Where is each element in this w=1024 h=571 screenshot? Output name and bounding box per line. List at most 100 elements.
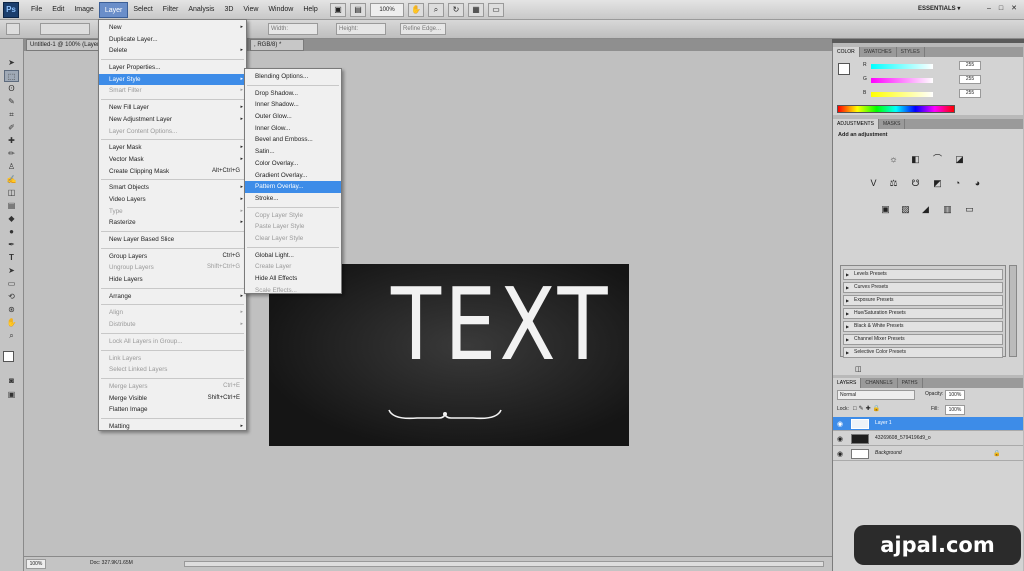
blend-mode-select[interactable]: Normal [837, 390, 915, 400]
layer-menu-item-arrange[interactable]: Arrange ▸ [99, 291, 246, 303]
eyedropper-tool-icon[interactable]: ✐ [4, 122, 19, 134]
lock-icons[interactable]: □✎✚🔒 [853, 405, 882, 412]
quick-mask-icon[interactable]: ◙ [4, 375, 19, 387]
layer-menu-item-delete[interactable]: Delete ▸ [99, 45, 246, 57]
layer-menu-item-layer-mask[interactable]: Layer Mask ▸ [99, 142, 246, 154]
width-field[interactable]: Width: [268, 23, 318, 35]
tab-layers[interactable]: LAYERS [833, 378, 862, 388]
preset-levels[interactable]: Levels Presets [843, 269, 1003, 280]
preset-selective-color[interactable]: Selective Color Presets [843, 347, 1003, 358]
brush-tool-icon[interactable]: ✏ [4, 148, 19, 160]
pen-tool-icon[interactable]: ✒ [4, 239, 19, 251]
g-slider[interactable] [871, 78, 933, 83]
levels-icon[interactable]: ◧ [909, 153, 922, 165]
blur-tool-icon[interactable]: ◆ [4, 213, 19, 225]
tab-masks[interactable]: MASKS [879, 119, 906, 129]
b-slider[interactable] [871, 92, 933, 97]
curves-icon[interactable]: ⌒ [931, 153, 944, 165]
layer-name[interactable]: 43269608_5794196d9_o [875, 435, 931, 441]
posterize-icon[interactable]: ▨ [899, 203, 912, 215]
lasso-tool-icon[interactable]: ʘ [4, 83, 19, 95]
preset-black-white[interactable]: Black & White Presets [843, 321, 1003, 332]
visibility-eye-icon[interactable]: ◉ [837, 435, 843, 443]
menu-layer[interactable]: Layer [98, 2, 129, 18]
layer-style-item-outer-glow[interactable]: Outer Glow... [245, 111, 341, 123]
layer-menu-item-new-fill-layer[interactable]: New Fill Layer ▸ [99, 102, 246, 114]
preset-curves[interactable]: Curves Presets [843, 282, 1003, 293]
3d-rotate-tool-icon[interactable]: ⟲ [4, 291, 19, 303]
tab-channels[interactable]: CHANNELS [861, 378, 898, 388]
menu-select[interactable]: Select [128, 2, 157, 18]
tab-paths[interactable]: PATHS [898, 378, 923, 388]
menu-window[interactable]: Window [263, 2, 298, 18]
layer-menu-item-duplicate-layer[interactable]: Duplicate Layer... [99, 34, 246, 46]
menu-analysis[interactable]: Analysis [183, 2, 219, 18]
rotate-view-icon[interactable]: ↻ [448, 3, 464, 17]
workspace-switcher[interactable]: ESSENTIALS ▾ [918, 5, 960, 12]
extras-icon[interactable]: ▤ [350, 3, 366, 17]
visibility-eye-icon[interactable]: ◉ [837, 420, 843, 428]
g-value[interactable]: 255 [959, 75, 981, 84]
layer-menu-item-merge-visible[interactable]: Merge Visible Shift+Ctrl+E [99, 393, 246, 405]
layer-menu-item-layer-properties[interactable]: Layer Properties... [99, 62, 246, 74]
black-white-icon[interactable]: ◩ [931, 177, 944, 189]
menu-help[interactable]: Help [298, 2, 322, 18]
hand-tool-icon[interactable]: ✋ [408, 3, 424, 17]
layer-style-item-bevel-and-emboss[interactable]: Bevel and Emboss... [245, 134, 341, 146]
history-brush-tool-icon[interactable]: ✍ [4, 174, 19, 186]
vibrance-icon[interactable]: V [867, 177, 880, 189]
preset-hue-saturation[interactable]: Hue/Saturation Presets [843, 308, 1003, 319]
tab-adjustments[interactable]: ADJUSTMENTS [833, 119, 879, 129]
layer-style-item-hide-all-effects[interactable]: Hide All Effects [245, 273, 341, 285]
height-field[interactable]: Height: [336, 23, 386, 35]
layer-menu-item-video-layers[interactable]: Video Layers ▸ [99, 194, 246, 206]
horizontal-scrollbar[interactable] [184, 561, 824, 567]
dodge-tool-icon[interactable]: ● [4, 226, 19, 238]
layer-style-item-global-light[interactable]: Global Light... [245, 250, 341, 262]
layer-menu-item-flatten-image[interactable]: Flatten Image [99, 404, 246, 416]
healing-tool-icon[interactable]: ✚ [4, 135, 19, 147]
preset-channel-mixer[interactable]: Channel Mixer Presets [843, 334, 1003, 345]
layer-menu-item-hide-layers[interactable]: Hide Layers [99, 274, 246, 286]
preset-exposure[interactable]: Exposure Presets [843, 295, 1003, 306]
layer-menu-item-vector-mask[interactable]: Vector Mask ▸ [99, 154, 246, 166]
shape-tool-icon[interactable]: ▭ [4, 278, 19, 290]
layer-menu-item-group-layers[interactable]: Group Layers Ctrl+G [99, 251, 246, 263]
layer-menu-item-new-layer-based-slice[interactable]: New Layer Based Slice [99, 234, 246, 246]
marquee-preset-icon[interactable] [6, 23, 20, 35]
eraser-tool-icon[interactable]: ◫ [4, 187, 19, 199]
menu-edit[interactable]: Edit [47, 2, 69, 18]
zoom-tool-icon[interactable]: ⌕ [4, 330, 19, 342]
layer-style-item-pattern-overlay[interactable]: Pattern Overlay... [245, 181, 341, 193]
layer-name[interactable]: Layer 1 [875, 420, 892, 426]
document-tab-active[interactable]: Untitled-1 @ 100% (Layer [26, 39, 102, 51]
tab-swatches[interactable]: SWATCHES [860, 47, 897, 57]
document-tab-second[interactable]: , RGB/8) * [250, 39, 304, 51]
refine-edge-button[interactable]: Refine Edge... [400, 23, 446, 35]
hand-tool-icon[interactable]: ✋ [4, 317, 19, 329]
gradient-tool-icon[interactable]: ▤ [4, 200, 19, 212]
crop-tool-icon[interactable]: ⌗ [4, 109, 19, 121]
layer-menu-item-smart-objects[interactable]: Smart Objects ▸ [99, 182, 246, 194]
exposure-icon[interactable]: ◪ [953, 153, 966, 165]
layer-menu-item-layer-style[interactable]: Layer Style ▸ [99, 73, 246, 86]
layer-menu-item-create-clipping-mask[interactable]: Create Clipping Mask Alt+Ctrl+G [99, 166, 246, 178]
marquee-tool-icon[interactable]: ⬚ [4, 70, 19, 82]
layer-style-item-stroke[interactable]: Stroke... [245, 193, 341, 205]
layer-menu-item-new[interactable]: New ▸ [99, 22, 246, 34]
layer-row[interactable]: ◉ Layer 1 [833, 417, 1023, 431]
tab-color[interactable]: COLOR [833, 47, 860, 57]
arrange-docs-icon[interactable]: ▦ [468, 3, 484, 17]
menu-filter[interactable]: Filter [158, 2, 184, 18]
path-select-tool-icon[interactable]: ➤ [4, 265, 19, 277]
color-spectrum-ramp[interactable] [837, 105, 955, 113]
layer-row[interactable]: ◉ 43269608_5794196d9_o [833, 432, 1023, 446]
3d-orbit-tool-icon[interactable]: ⊛ [4, 304, 19, 316]
tab-styles[interactable]: STYLES [897, 47, 925, 57]
layer-row[interactable]: ◉ Background 🔒 [833, 447, 1023, 461]
zoom-tool-icon[interactable]: ⌕ [428, 3, 444, 17]
layer-style-item-drop-shadow[interactable]: Drop Shadow... [245, 88, 341, 100]
foreground-color-swatch[interactable] [3, 351, 14, 362]
menu-3d[interactable]: 3D [219, 2, 238, 18]
presets-scrollbar[interactable] [1009, 265, 1017, 357]
